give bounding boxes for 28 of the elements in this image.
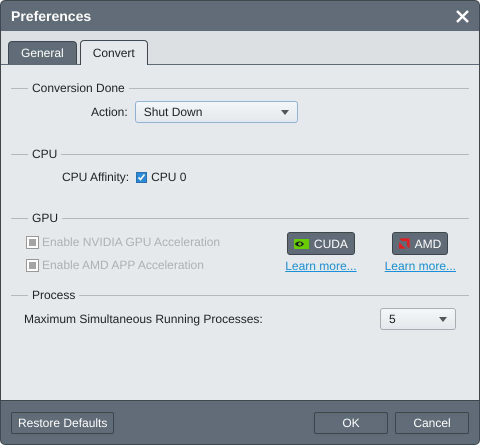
dialog-button[interactable]: OK xyxy=(314,412,388,434)
section-title: Process xyxy=(32,288,76,302)
checkbox-label: CPU 0 xyxy=(151,170,186,184)
field-label: CPU Affinity: xyxy=(62,170,130,184)
restore-defaults-button[interactable]: Restore Defaults xyxy=(11,412,114,434)
learn-more-link[interactable]: Learn more... xyxy=(285,259,357,273)
action-dropdown[interactable]: Shut Down xyxy=(134,101,298,123)
close-icon[interactable] xyxy=(456,10,469,22)
field-label: Action: xyxy=(91,105,128,119)
arrow-logo-icon xyxy=(399,238,410,249)
process-count-dropdown[interactable]: 5 xyxy=(380,308,456,330)
dialog-button[interactable]: Cancel xyxy=(395,412,469,434)
tab[interactable]: Convert xyxy=(80,40,148,65)
eye-logo-icon xyxy=(294,238,309,250)
learn-more-link[interactable]: Learn more... xyxy=(384,259,456,273)
dropdown-arrow-icon xyxy=(280,110,289,114)
tab[interactable]: General xyxy=(8,41,77,64)
vendor-button[interactable]: CUDA xyxy=(286,232,355,255)
dropdown-arrow-icon xyxy=(439,316,447,322)
section-title: Conversion Done xyxy=(32,81,125,95)
checkbox-label: Enable NVIDIA GPU Acceleration xyxy=(42,235,220,249)
section-title: CPU xyxy=(32,147,58,161)
window-title: Preferences xyxy=(11,8,92,24)
checkbox-label: Enable AMD APP Acceleration xyxy=(42,258,204,272)
section-title: GPU xyxy=(32,211,58,225)
field-label: Maximum Simultaneous Running Processes: xyxy=(24,312,263,326)
vendor-button[interactable]: AMD xyxy=(392,232,448,255)
checkbox[interactable] xyxy=(136,172,148,182)
